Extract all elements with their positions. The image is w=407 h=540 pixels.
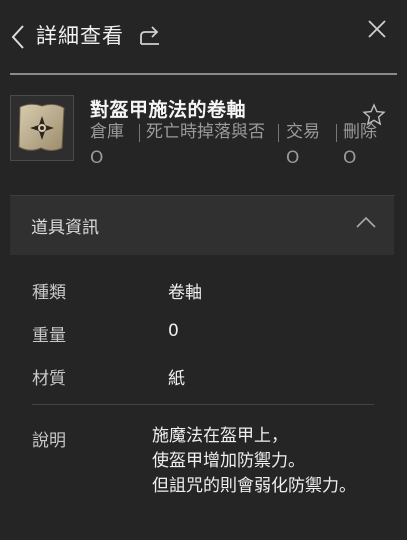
- share-icon[interactable]: [138, 24, 162, 46]
- description-line: 施魔法在盔甲上，: [152, 426, 288, 446]
- type-label: 種類: [32, 283, 66, 303]
- prop-separator: [139, 124, 140, 142]
- prop-separator: [336, 124, 337, 142]
- item-info-section-header[interactable]: 道具資訊: [10, 196, 394, 255]
- close-icon[interactable]: [366, 18, 388, 40]
- prop-delete: 刪除 O: [343, 119, 377, 171]
- chevron-up-icon: [356, 216, 376, 228]
- item-thumbnail: [10, 95, 74, 161]
- prop-storage-value: O: [90, 148, 104, 168]
- weight-value: 0: [168, 321, 179, 341]
- description-text: 施魔法在盔甲上， 使盔甲增加防禦力。 但詛咒的則會弱化防禦力。: [152, 424, 402, 499]
- description-line: 但詛咒的則會弱化防禦力。: [152, 476, 356, 496]
- material-value: 紙: [168, 369, 185, 389]
- description-line: 使盔甲增加防禦力。: [152, 451, 305, 471]
- header-bar: 詳細查看: [0, 0, 407, 74]
- back-arrow-icon[interactable]: [9, 24, 27, 50]
- weight-label: 重量: [32, 326, 66, 346]
- prop-trade: 交易 O: [286, 119, 320, 171]
- prop-trade-label: 交易: [286, 122, 320, 142]
- prop-delete-value: O: [343, 148, 357, 168]
- type-value: 卷軸: [168, 283, 202, 303]
- details-divider: [32, 404, 374, 405]
- prop-trade-value: O: [286, 148, 300, 168]
- prop-separator: [278, 124, 279, 142]
- description-label: 說明: [32, 431, 66, 451]
- scroll-icon: [18, 103, 65, 151]
- prop-storage: 倉庫 O: [90, 119, 124, 171]
- prop-storage-label: 倉庫: [90, 122, 124, 142]
- prop-death-drop: 死亡時掉落與否: [146, 119, 266, 145]
- item-name: 對盔甲施法的卷軸: [90, 99, 247, 121]
- section-title: 道具資訊: [31, 218, 99, 238]
- page-title: 詳細查看: [36, 24, 124, 48]
- header-divider: [10, 73, 397, 75]
- prop-delete-label: 刪除: [343, 122, 377, 142]
- prop-death-drop-label: 死亡時掉落與否: [146, 122, 265, 142]
- material-label: 材質: [32, 369, 66, 389]
